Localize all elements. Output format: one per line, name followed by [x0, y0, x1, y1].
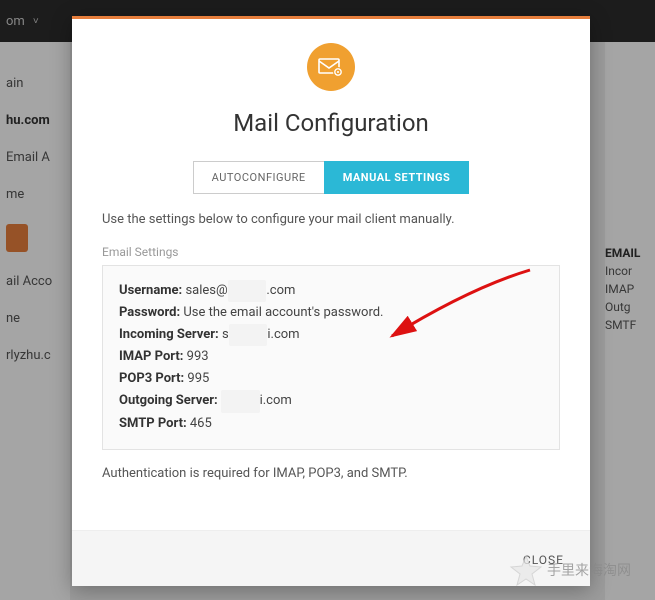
config-description: Use the settings below to configure your…: [102, 212, 560, 227]
value-prefix: s: [222, 327, 229, 342]
value-suffix: i.com: [267, 327, 299, 342]
label: Incoming Server:: [119, 327, 219, 342]
label: Password:: [119, 305, 180, 320]
setting-username: Username: sales@xxxxxx.com: [119, 280, 543, 302]
setting-outgoing-server: Outgoing Server: xxxxxxi.com: [119, 390, 543, 412]
modal-icon-wrap: [102, 43, 560, 91]
redacted: xxxxxx: [228, 280, 267, 302]
tab-manual-settings[interactable]: MANUAL SETTINGS: [324, 161, 470, 194]
redacted: xxxxxx: [229, 324, 268, 346]
close-button[interactable]: CLOSE: [523, 553, 564, 567]
email-settings-label: Email Settings: [102, 245, 560, 259]
value: Use the email account's password.: [183, 305, 383, 320]
mail-gear-icon: [307, 43, 355, 91]
redacted: xxxxxx: [221, 390, 260, 412]
setting-pop3-port: POP3 Port: 995: [119, 368, 543, 390]
value-suffix: i.com: [260, 393, 292, 408]
auth-note: Authentication is required for IMAP, POP…: [102, 466, 560, 481]
label: POP3 Port:: [119, 371, 184, 386]
label: Outgoing Server:: [119, 393, 218, 408]
value-prefix: sales@: [185, 283, 227, 298]
setting-incoming-server: Incoming Server: sxxxxxxi.com: [119, 324, 543, 346]
setting-imap-port: IMAP Port: 993: [119, 346, 543, 368]
setting-password: Password: Use the email account's passwo…: [119, 302, 543, 324]
email-settings-box: Username: sales@xxxxxx.com Password: Use…: [102, 265, 560, 450]
label: IMAP Port:: [119, 349, 183, 364]
modal-title: Mail Configuration: [102, 109, 560, 137]
modal-body: Mail Configuration AUTOCONFIGURE MANUAL …: [72, 19, 590, 530]
config-tabs: AUTOCONFIGURE MANUAL SETTINGS: [102, 161, 560, 194]
modal-footer: CLOSE: [72, 530, 590, 586]
value: 465: [190, 416, 212, 431]
value-suffix: .com: [266, 283, 295, 298]
value: 995: [187, 371, 209, 386]
mail-configuration-modal: Mail Configuration AUTOCONFIGURE MANUAL …: [72, 16, 590, 586]
value: 993: [187, 349, 209, 364]
label: SMTP Port:: [119, 416, 187, 431]
setting-smtp-port: SMTP Port: 465: [119, 413, 543, 435]
tab-autoconfigure[interactable]: AUTOCONFIGURE: [193, 161, 324, 194]
label: Username:: [119, 283, 182, 298]
